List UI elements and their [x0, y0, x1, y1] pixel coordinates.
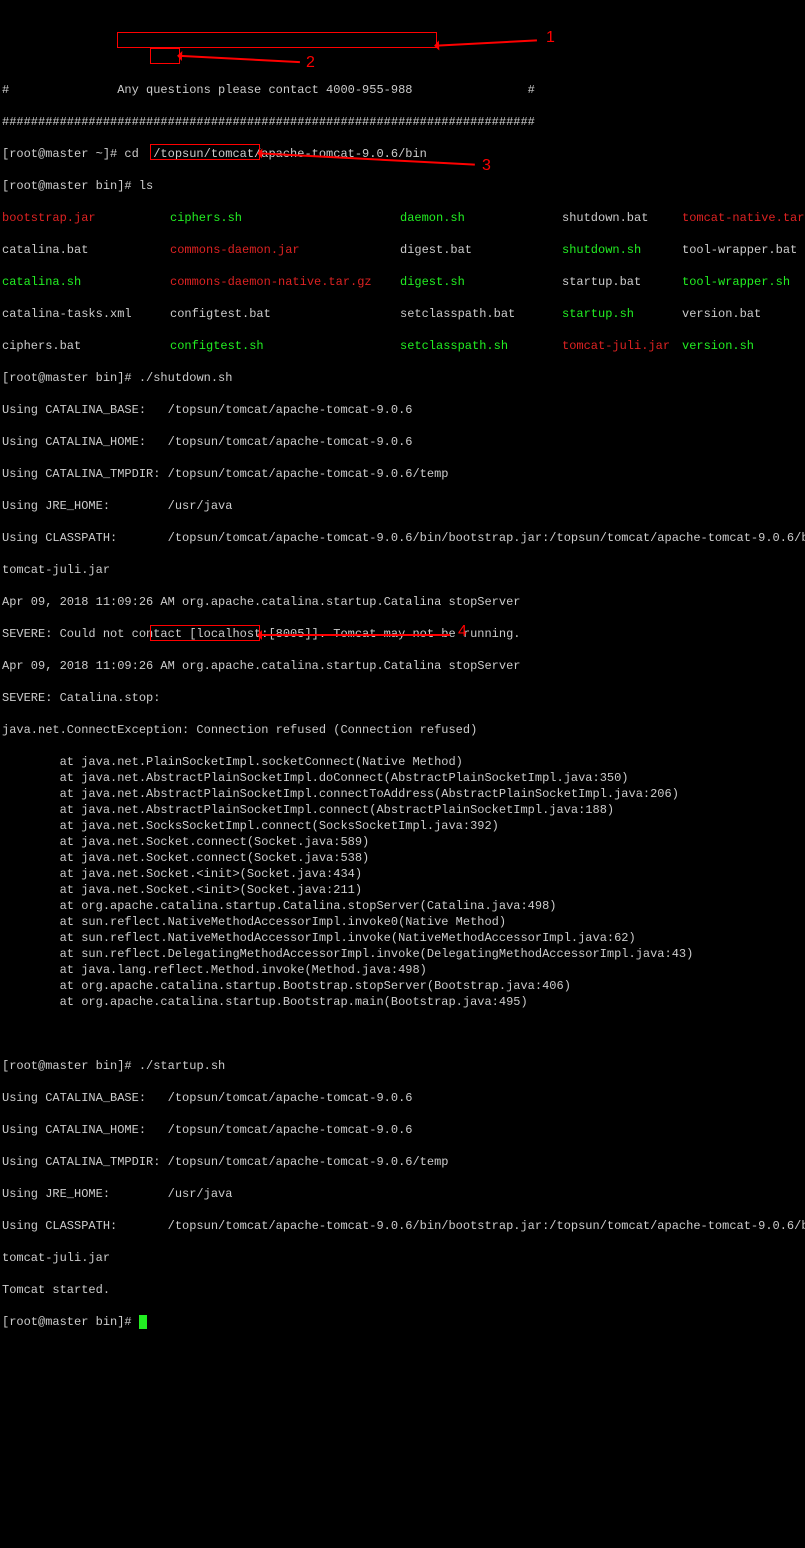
env-line: Using CATALINA_TMPDIR: /topsun/tomcat/ap…	[2, 1154, 803, 1170]
env-line: Using CATALINA_TMPDIR: /topsun/tomcat/ap…	[2, 466, 803, 482]
command-ls[interactable]: ls	[139, 179, 153, 193]
status-line: Tomcat started.	[2, 1282, 803, 1298]
command-startup[interactable]: ./startup.sh	[139, 1059, 225, 1073]
env-line: Using CLASSPATH: /topsun/tomcat/apache-t…	[2, 530, 803, 546]
env-line: tomcat-juli.jar	[2, 562, 803, 578]
stack-line: at java.net.Socket.<init>(Socket.java:21…	[2, 882, 803, 898]
stack-line: at java.net.Socket.connect(Socket.java:5…	[2, 850, 803, 866]
blank-line	[2, 1026, 803, 1042]
log-line: Apr 09, 2018 11:09:26 AM org.apache.cata…	[2, 594, 803, 610]
env-line: Using CLASSPATH: /topsun/tomcat/apache-t…	[2, 1218, 803, 1234]
ls-row: bootstrap.jarciphers.shdaemon.shshutdown…	[2, 210, 803, 226]
arrow-icon	[437, 39, 537, 46]
stack-line: at sun.reflect.NativeMethodAccessorImpl.…	[2, 914, 803, 930]
stack-line: at java.net.AbstractPlainSocketImpl.doCo…	[2, 770, 803, 786]
log-line: SEVERE: Could not contact [localhost:[80…	[2, 626, 803, 642]
terminal-output: # Any questions please contact 4000-955-…	[2, 66, 803, 1346]
env-line: Using CATALINA_BASE: /topsun/tomcat/apac…	[2, 1090, 803, 1106]
stack-line: at sun.reflect.DelegatingMethodAccessorI…	[2, 946, 803, 962]
stack-line: at org.apache.catalina.startup.Bootstrap…	[2, 978, 803, 994]
env-line: Using CATALINA_BASE: /topsun/tomcat/apac…	[2, 402, 803, 418]
stack-line: at java.net.Socket.connect(Socket.java:5…	[2, 834, 803, 850]
shell-prompt: [root@master bin]#	[2, 1059, 139, 1073]
stack-line: at java.net.Socket.<init>(Socket.java:43…	[2, 866, 803, 882]
annotation-1: 1	[546, 30, 555, 46]
banner-line: ########################################…	[2, 114, 803, 130]
log-line: Apr 09, 2018 11:09:26 AM org.apache.cata…	[2, 658, 803, 674]
stack-line: at org.apache.catalina.startup.Bootstrap…	[2, 994, 803, 1010]
stack-line: at sun.reflect.NativeMethodAccessorImpl.…	[2, 930, 803, 946]
stack-line: at java.net.AbstractPlainSocketImpl.conn…	[2, 786, 803, 802]
shell-prompt: [root@master bin]#	[2, 371, 139, 385]
stack-line: at java.lang.reflect.Method.invoke(Metho…	[2, 962, 803, 978]
stack-line: at java.net.PlainSocketImpl.socketConnec…	[2, 754, 803, 770]
highlight-box-2	[150, 48, 180, 64]
shell-prompt: [root@master bin]#	[2, 1315, 139, 1329]
ls-row: catalina.batcommons-daemon.jardigest.bat…	[2, 242, 803, 258]
stack-trace: at java.net.PlainSocketImpl.socketConnec…	[2, 754, 803, 1010]
shell-prompt: [root@master ~]#	[2, 147, 124, 161]
stack-line: at java.net.AbstractPlainSocketImpl.conn…	[2, 802, 803, 818]
env-line: Using CATALINA_HOME: /topsun/tomcat/apac…	[2, 434, 803, 450]
env-line: Using CATALINA_HOME: /topsun/tomcat/apac…	[2, 1122, 803, 1138]
env-line: Using JRE_HOME: /usr/java	[2, 498, 803, 514]
ls-row: catalina-tasks.xmlconfigtest.batsetclass…	[2, 306, 803, 322]
cursor-icon[interactable]	[139, 1315, 147, 1329]
stack-line: at org.apache.catalina.startup.Catalina.…	[2, 898, 803, 914]
shell-prompt: [root@master bin]#	[2, 179, 139, 193]
command-cd[interactable]: cd /topsun/tomcat/apache-tomcat-9.0.6/bi…	[124, 147, 426, 161]
highlight-box-1	[117, 32, 437, 48]
env-line: tomcat-juli.jar	[2, 1250, 803, 1266]
env-line: Using JRE_HOME: /usr/java	[2, 1186, 803, 1202]
banner-line: # Any questions please contact 4000-955-…	[2, 82, 803, 98]
stack-line: at java.net.SocksSocketImpl.connect(Sock…	[2, 818, 803, 834]
log-line: SEVERE: Catalina.stop:	[2, 690, 803, 706]
command-shutdown[interactable]: ./shutdown.sh	[139, 371, 233, 385]
ls-row: catalina.shcommons-daemon-native.tar.gzd…	[2, 274, 803, 290]
log-line: java.net.ConnectException: Connection re…	[2, 722, 803, 738]
arrow-icon	[180, 55, 300, 63]
ls-row: ciphers.batconfigtest.shsetclasspath.sht…	[2, 338, 803, 354]
